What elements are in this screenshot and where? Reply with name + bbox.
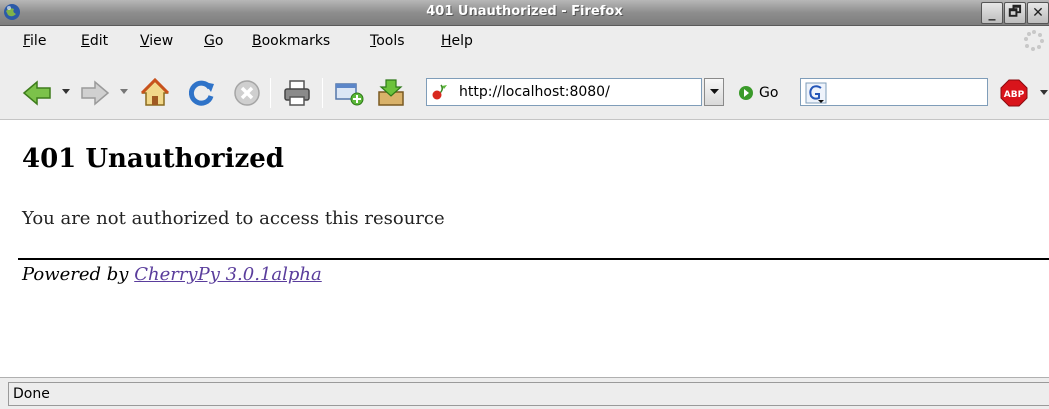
reload-icon[interactable] bbox=[186, 78, 216, 108]
menu-bookmarks[interactable]: Bookmarks bbox=[252, 33, 330, 49]
menu-edit[interactable]: Edit bbox=[81, 33, 108, 49]
title-bar: 401 Unauthorized - Firefox _ 🗗 ✕ bbox=[0, 0, 1049, 26]
close-button[interactable]: ✕ bbox=[1027, 2, 1049, 24]
powered-by-prefix: Powered by bbox=[22, 264, 135, 285]
powered-by-footer: Powered by CherryPy 3.0.1alpha bbox=[22, 264, 322, 285]
back-icon[interactable] bbox=[22, 78, 52, 108]
toolbar-separator bbox=[270, 78, 271, 108]
menu-file[interactable]: File bbox=[23, 33, 46, 49]
cherrypy-favicon-icon bbox=[432, 84, 447, 100]
status-panel: Done bbox=[8, 382, 1049, 406]
page-heading: 401 Unauthorized bbox=[22, 144, 284, 174]
go-button[interactable]: Go bbox=[738, 81, 778, 105]
window-title: 401 Unauthorized - Firefox bbox=[426, 4, 623, 19]
maximize-button[interactable]: 🗗 bbox=[1004, 2, 1026, 24]
new-window-icon[interactable] bbox=[334, 78, 364, 108]
go-label: Go bbox=[759, 85, 779, 101]
menu-help[interactable]: Help bbox=[441, 33, 473, 49]
forward-dropdown-icon[interactable] bbox=[120, 89, 128, 95]
error-message: You are not authorized to access this re… bbox=[22, 208, 445, 229]
minimize-button[interactable]: _ bbox=[981, 2, 1003, 24]
menu-go[interactable]: Go bbox=[204, 33, 223, 49]
back-dropdown-icon[interactable] bbox=[62, 89, 70, 95]
adblock-plus-icon[interactable]: ABP bbox=[1000, 79, 1028, 107]
chevron-down-icon bbox=[709, 89, 719, 94]
print-icon[interactable] bbox=[282, 78, 312, 108]
search-input[interactable] bbox=[800, 78, 988, 106]
status-bar: Done bbox=[0, 377, 1049, 409]
url-history-dropdown[interactable] bbox=[704, 78, 724, 106]
toolbar-separator bbox=[322, 78, 323, 108]
download-icon[interactable] bbox=[376, 78, 406, 108]
adblock-label: ABP bbox=[1004, 90, 1025, 100]
url-bar[interactable]: http://localhost:8080/ bbox=[426, 78, 702, 106]
status-text: Done bbox=[13, 386, 50, 402]
go-arrow-icon bbox=[739, 86, 753, 100]
menu-bar: File Edit View Go Bookmarks Tools Help bbox=[0, 26, 1049, 56]
home-icon[interactable] bbox=[140, 78, 170, 108]
horizontal-rule bbox=[18, 258, 1049, 260]
stop-icon[interactable] bbox=[232, 78, 262, 108]
menu-tools[interactable]: Tools bbox=[370, 33, 405, 49]
google-search-engine-icon[interactable] bbox=[805, 82, 827, 104]
menu-view[interactable]: View bbox=[140, 33, 173, 49]
page-content: 401 Unauthorized You are not authorized … bbox=[0, 120, 1049, 377]
forward-icon[interactable] bbox=[80, 78, 110, 108]
window-controls: _ 🗗 ✕ bbox=[981, 2, 1049, 24]
cherrypy-link[interactable]: CherryPy 3.0.1alpha bbox=[134, 264, 322, 285]
url-text[interactable]: http://localhost:8080/ bbox=[459, 84, 610, 100]
throbber-icon bbox=[1024, 30, 1044, 51]
adblock-dropdown-icon[interactable] bbox=[1040, 90, 1048, 96]
